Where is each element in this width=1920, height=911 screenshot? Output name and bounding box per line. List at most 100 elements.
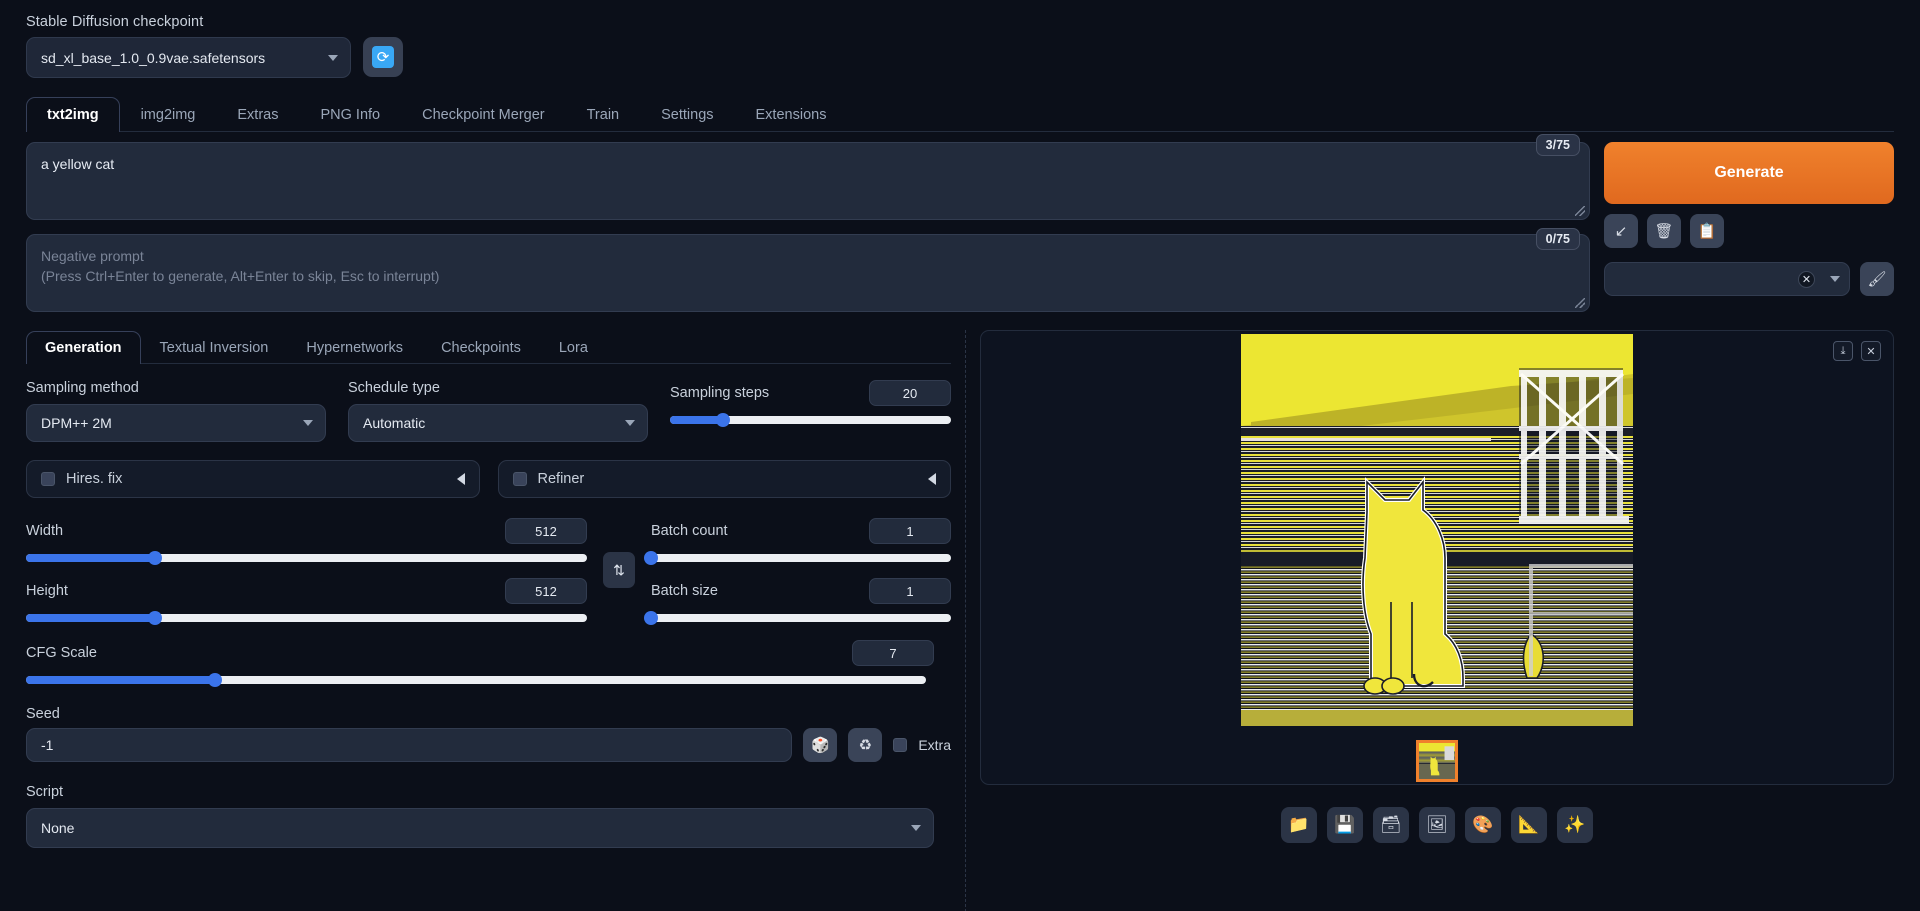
script-dropdown[interactable]: None <box>26 808 934 848</box>
batch-size-label: Batch size <box>651 583 718 599</box>
reuse-seed-button[interactable]: ♻ <box>848 728 883 762</box>
output-toolbar: 📁 💾 🗃 🖼 🎨 📐 ✨ <box>980 807 1894 843</box>
height-value[interactable]: 512 <box>505 578 587 604</box>
dice-icon: 🎲 <box>810 737 830 754</box>
batch-size-slider[interactable] <box>644 611 951 625</box>
prompt-inputs: 3/75 a yellow cat 0/75 Negative prompt (… <box>26 134 1590 312</box>
save-button[interactable]: 💾 <box>1327 807 1363 843</box>
chevron-down-icon-styles <box>1830 276 1840 282</box>
download-image-button[interactable]: ⤓ <box>1833 341 1853 361</box>
width-value[interactable]: 512 <box>505 518 587 544</box>
seed-input[interactable]: -1 <box>26 728 793 762</box>
resize-handle[interactable] <box>1575 206 1585 216</box>
batch-count-slider[interactable] <box>644 551 951 565</box>
gallery-actions: ⤓ ✕ <box>1833 341 1881 361</box>
download-icon: ⤓ <box>1840 344 1846 357</box>
subtab-lora[interactable]: Lora <box>540 331 607 364</box>
interrupt-arrow-icon-button[interactable]: ↙ <box>1604 214 1638 248</box>
refiner-label: Refiner <box>537 471 585 487</box>
send-to-img2img-button[interactable]: 🖼 <box>1419 807 1455 843</box>
refresh-checkpoints-button[interactable]: ⟳ <box>363 37 403 77</box>
hires-fix-checkbox[interactable] <box>41 472 55 486</box>
settings-pane: Generation Textual Inversion Hypernetwor… <box>26 330 966 911</box>
seed-row: -1 🎲 ♻ Extra <box>26 728 951 762</box>
checkpoint-bar: Stable Diffusion checkpoint sd_xl_base_1… <box>0 0 1920 78</box>
negative-prompt-input[interactable]: Negative prompt (Press Ctrl+Enter to gen… <box>26 234 1590 312</box>
main-tab-bar: txt2img img2img Extras PNG Info Checkpoi… <box>26 96 1894 132</box>
save-zip-icon: 🗃 <box>1380 815 1402 834</box>
expand-triangle-icon-refiner[interactable] <box>928 473 936 485</box>
chevron-down-icon <box>328 54 338 61</box>
chevron-down-icon-sampler <box>303 420 313 426</box>
send-to-inpaint-icon: 🎨 <box>1472 815 1494 834</box>
tab-settings[interactable]: Settings <box>640 97 734 132</box>
generate-button[interactable]: Generate <box>1604 142 1894 204</box>
image-gallery: ⤓ ✕ <box>980 330 1894 785</box>
save-icon: 💾 <box>1334 815 1356 834</box>
prompt-area: 3/75 a yellow cat 0/75 Negative prompt (… <box>0 132 1920 312</box>
refresh-icon: ⟳ <box>372 46 394 68</box>
send-to-img2img-icon: 🖼 <box>1426 815 1448 834</box>
extra-seed-checkbox[interactable] <box>893 738 908 752</box>
send-to-inpaint-button[interactable]: 🎨 <box>1465 807 1501 843</box>
refiner-checkbox[interactable] <box>512 472 527 486</box>
apply-styles-button[interactable]: 📋 <box>1690 214 1724 248</box>
recycle-icon: ♻ <box>858 737 873 754</box>
seed-group: Seed -1 🎲 ♻ Extra <box>26 706 951 762</box>
clear-styles-icon[interactable]: ✕ <box>1798 270 1815 288</box>
clear-prompt-button[interactable]: 🗑 <box>1647 214 1681 248</box>
sampling-method-value: DPM++ 2M <box>41 415 112 431</box>
tab-checkpoint-merger[interactable]: Checkpoint Merger <box>401 97 566 132</box>
subtab-textual-inversion[interactable]: Textual Inversion <box>141 331 288 364</box>
expand-triangle-icon-hires[interactable] <box>456 473 465 485</box>
batch-size-value[interactable]: 1 <box>869 578 951 604</box>
refiner-accordion[interactable]: Refiner <box>497 460 951 498</box>
send-to-extras-button[interactable]: 📐 <box>1511 807 1547 843</box>
thumbnail-image <box>1419 742 1455 779</box>
open-folder-icon: 📁 <box>1288 815 1310 834</box>
tab-extras[interactable]: Extras <box>216 97 299 132</box>
swap-dimensions-button[interactable]: ⇅ <box>603 552 635 588</box>
hires-fix-accordion[interactable]: Hires. fix <box>26 460 480 498</box>
random-seed-button[interactable]: 🎲 <box>803 728 838 762</box>
checkpoint-dropdown[interactable]: sd_xl_base_1.0_0.9vae.safetensors <box>26 37 351 78</box>
gallery-thumbnail-0[interactable] <box>1416 739 1458 782</box>
subtab-hypernetworks[interactable]: Hypernetworks <box>287 331 422 364</box>
prompt-input[interactable]: a yellow cat <box>26 142 1590 220</box>
sampling-method-dropdown[interactable]: DPM++ 2M <box>26 404 326 442</box>
cfg-scale-group: CFG Scale 7 <box>26 640 934 687</box>
close-image-button[interactable]: ✕ <box>1861 341 1881 361</box>
sampling-steps-value[interactable]: 20 <box>869 380 951 406</box>
edit-styles-button[interactable]: 🖌 <box>1860 262 1894 296</box>
subtab-generation[interactable]: Generation <box>26 331 141 364</box>
gallery-thumbnails <box>1416 739 1458 782</box>
sampling-method-label: Sampling method <box>26 380 139 396</box>
resize-handle-negative[interactable] <box>1575 298 1585 308</box>
cfg-scale-value[interactable]: 7 <box>852 640 934 666</box>
tab-extensions[interactable]: Extensions <box>735 97 848 132</box>
height-slider[interactable] <box>26 611 587 625</box>
trash-icon: 🗑 <box>1654 223 1674 240</box>
sampling-method-group: Sampling method DPM++ 2M <box>26 380 326 442</box>
width-slider[interactable] <box>26 551 587 565</box>
tab-img2img[interactable]: img2img <box>120 97 217 132</box>
tab-txt2img[interactable]: txt2img <box>26 97 120 132</box>
height-label: Height <box>26 583 68 599</box>
batch-count-value[interactable]: 1 <box>869 518 951 544</box>
generate-tool-row: ↙ 🗑 📋 <box>1604 214 1894 248</box>
sparkles-button[interactable]: ✨ <box>1557 807 1593 843</box>
tab-train[interactable]: Train <box>566 97 641 132</box>
swap-dimensions-icon: ⇅ <box>613 561 625 578</box>
send-to-extras-icon: 📐 <box>1518 815 1540 834</box>
sampling-steps-slider[interactable] <box>670 413 951 427</box>
save-zip-button[interactable]: 🗃 <box>1373 807 1409 843</box>
subtab-checkpoints[interactable]: Checkpoints <box>422 331 540 364</box>
schedule-type-dropdown[interactable]: Automatic <box>348 404 648 442</box>
open-folder-button[interactable]: 📁 <box>1281 807 1317 843</box>
checkpoint-value: sd_xl_base_1.0_0.9vae.safetensors <box>41 49 266 66</box>
generated-image[interactable] <box>1241 333 1633 726</box>
styles-dropdown[interactable]: ✕ <box>1604 262 1850 296</box>
cfg-scale-slider[interactable] <box>26 673 926 687</box>
tab-png-info[interactable]: PNG Info <box>299 97 401 132</box>
sampling-steps-group: Sampling steps 20 <box>670 380 951 427</box>
